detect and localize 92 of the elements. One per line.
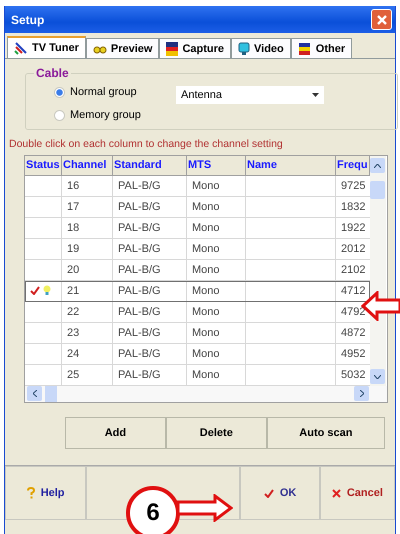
table-cell: 19 xyxy=(62,239,113,259)
table-cell-text: 2012 xyxy=(340,242,366,257)
table-cell: Mono xyxy=(187,197,246,217)
table-row[interactable]: 17 PAL-B/G Mono 1832 xyxy=(25,197,370,218)
column-header[interactable]: Name xyxy=(246,156,336,176)
table-cell: 25 xyxy=(62,365,113,385)
table-cell: 23 xyxy=(62,323,113,343)
table-cell: Mono xyxy=(187,302,246,322)
table-cell: Mono xyxy=(187,239,246,259)
table-row[interactable]: 20 PAL-B/G Mono 2102 xyxy=(25,260,370,281)
table-row[interactable]: 16 PAL-B/G Mono 9725 xyxy=(25,176,370,197)
option-label: Memory group xyxy=(70,109,141,121)
table-cell-text: 5032 xyxy=(340,368,366,383)
table-cell: PAL-B/G xyxy=(113,365,187,385)
ok-button[interactable]: OK xyxy=(240,466,320,520)
table-cell: PAL-B/G xyxy=(113,302,187,322)
table-cell-text: 9725 xyxy=(340,179,366,194)
dropdown[interactable]: Antenna xyxy=(176,86,324,104)
tab[interactable]: TV Tuner xyxy=(7,36,86,58)
table-cell: Mono xyxy=(187,176,246,196)
table-cell: Mono xyxy=(187,323,246,343)
table-row[interactable]: 21 PAL-B/G Mono 4712 xyxy=(25,281,370,302)
table-cell: Mono xyxy=(187,365,246,385)
table-cell: 18 xyxy=(62,218,113,238)
table-cell: Mono xyxy=(187,218,246,238)
table-cell: PAL-B/G xyxy=(113,260,187,280)
column-header[interactable]: MTS xyxy=(187,156,246,176)
close-button[interactable] xyxy=(371,9,392,30)
table-cell: Mono xyxy=(187,344,246,364)
table-row[interactable]: 19 PAL-B/G Mono 2012 xyxy=(25,239,370,260)
radio-option[interactable]: Memory group xyxy=(54,109,164,121)
question-icon xyxy=(26,487,35,499)
table-cell-text: 4872 xyxy=(340,326,366,341)
cancel-button[interactable]: Cancel xyxy=(320,466,395,520)
group-title: Cable xyxy=(34,66,71,80)
action-button[interactable]: Add xyxy=(65,417,166,449)
table-cell: PAL-B/G xyxy=(113,344,187,364)
action-button[interactable]: Auto scan xyxy=(266,417,385,449)
table-cell-text: 4792 xyxy=(340,305,366,320)
radio-option[interactable]: Normal group xyxy=(54,86,164,98)
table-cell: 20 xyxy=(62,260,113,280)
tab[interactable]: Preview xyxy=(86,38,160,58)
table-cell: 16 xyxy=(62,176,113,196)
radio-button[interactable] xyxy=(54,110,65,120)
tab[interactable]: Capture xyxy=(159,38,232,58)
table-cell-text: 4712 xyxy=(340,284,366,299)
column-header[interactable]: Status xyxy=(25,156,62,176)
check-icon xyxy=(264,488,274,498)
table-cell-text: 1922 xyxy=(340,221,366,236)
table-cell: 17 xyxy=(62,197,113,217)
column-header[interactable]: Standard xyxy=(113,156,187,176)
bulb-icon xyxy=(43,285,51,295)
option-label: Normal group xyxy=(70,86,137,98)
table-cell: 22 xyxy=(62,302,113,322)
vertical-scrollbar[interactable] xyxy=(370,156,386,386)
table-row[interactable]: 18 PAL-B/G Mono 1922 xyxy=(25,218,370,239)
table-cell-text: 4952 xyxy=(340,347,366,362)
cross-icon xyxy=(332,488,341,498)
table-cell-text: 2102 xyxy=(340,263,366,278)
table-cell: PAL-B/G xyxy=(113,218,187,238)
table-cell: 21 xyxy=(62,281,113,301)
help-button[interactable]: Help xyxy=(5,466,86,520)
tab[interactable]: Other xyxy=(290,38,352,58)
window-title: Setup xyxy=(11,12,44,26)
table-cell: Mono xyxy=(187,260,246,280)
monitor-icon xyxy=(238,42,250,55)
check-icon xyxy=(30,286,40,294)
column-header[interactable]: Channel xyxy=(62,156,113,176)
table-cell: PAL-B/G xyxy=(113,197,187,217)
table-cell: PAL-B/G xyxy=(113,176,187,196)
action-button[interactable]: Delete xyxy=(166,417,267,449)
close-icon xyxy=(376,14,388,26)
caret-icon xyxy=(312,93,319,97)
table-cell-text: 1832 xyxy=(340,200,366,215)
tab[interactable]: Video xyxy=(231,38,291,58)
scrollbar-thumb[interactable] xyxy=(370,181,385,199)
antenna-icon xyxy=(14,41,28,55)
table-cell: PAL-B/G xyxy=(113,281,187,301)
table-row[interactable]: 23 PAL-B/G Mono 4872 xyxy=(25,323,370,344)
table-cell: 24 xyxy=(62,344,113,364)
hint-text: Double click on each column to change the channel setting xyxy=(9,138,284,150)
stack-icon xyxy=(298,42,312,56)
arrow-annotation xyxy=(177,494,233,522)
film-icon xyxy=(166,42,178,56)
scrollbar-thumb[interactable] xyxy=(45,386,57,402)
table-row[interactable]: 24 PAL-B/G Mono 4952 xyxy=(25,344,370,365)
horizontal-scrollbar[interactable] xyxy=(25,386,387,402)
glasses-icon xyxy=(92,44,107,54)
table-cell: Mono xyxy=(187,281,246,301)
table-cell: PAL-B/G xyxy=(113,323,187,343)
radio-button[interactable] xyxy=(54,86,65,98)
table-cell: PAL-B/G xyxy=(113,239,187,259)
